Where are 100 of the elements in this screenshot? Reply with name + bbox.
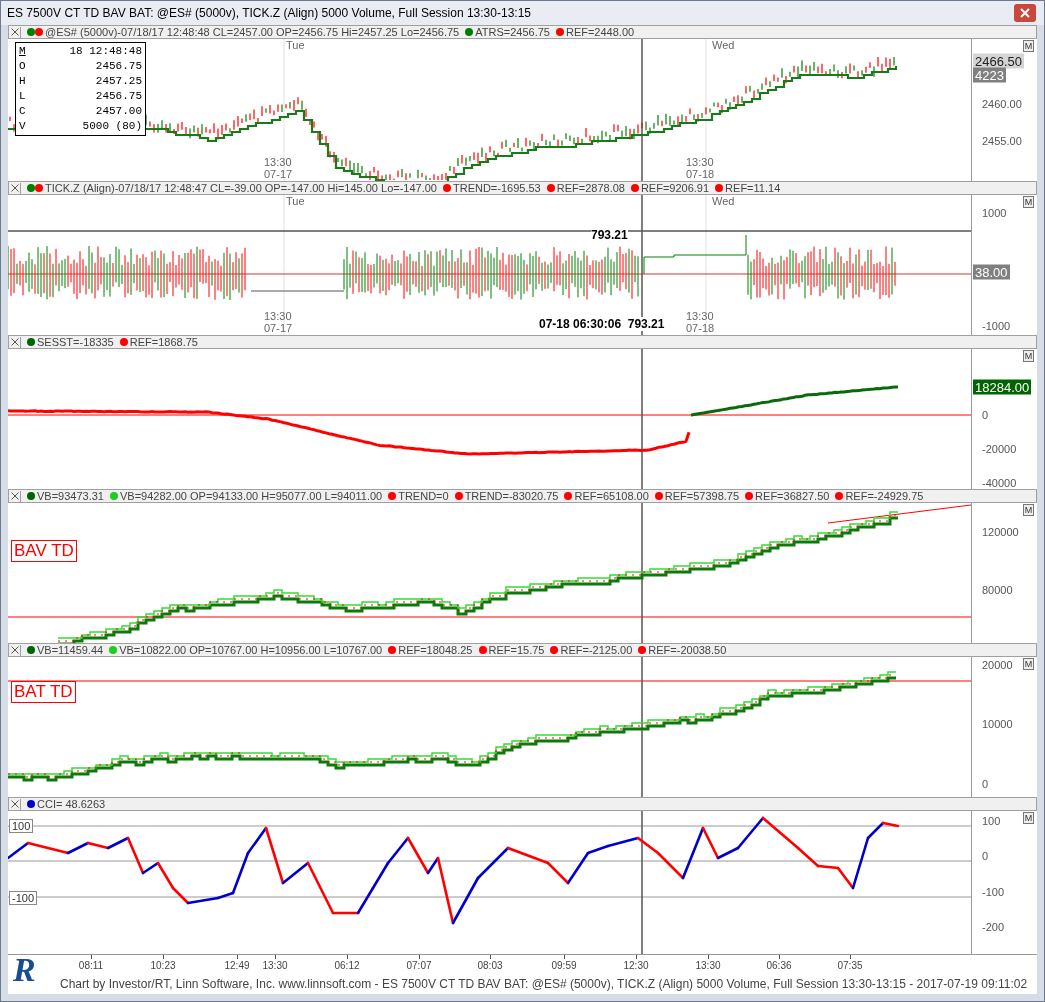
axis-label: 0 xyxy=(982,850,989,862)
axis-label: -40000 xyxy=(982,477,1017,489)
price-badge: 4223 xyxy=(973,67,1006,83)
legend-text: VB=10822.00 OP=10767.00 H=10956.00 L=10767.00 xyxy=(119,644,383,656)
close-icon xyxy=(11,492,19,500)
time-label: 06:36 xyxy=(766,960,792,971)
session-date: 07-17 xyxy=(264,168,293,180)
data-label: O xyxy=(19,59,26,74)
legend-text: TREND=0 xyxy=(398,490,449,502)
axis-label: 0 xyxy=(982,409,989,421)
close-icon xyxy=(11,800,19,808)
legend-text: VB=94282.00 OP=94133.00 H=95077.00 L=94011.00 xyxy=(120,490,383,502)
session-time: 13:30 xyxy=(686,156,715,168)
legend-text: CCI= 48.6263 xyxy=(37,798,106,810)
level-label: -100 xyxy=(9,891,38,905)
logo: R xyxy=(13,952,36,988)
legend-text: REF=9206.91 xyxy=(640,182,710,194)
panel-close-button[interactable] xyxy=(10,644,21,656)
legend-text: VB=11459.44 xyxy=(37,644,104,656)
menu-button[interactable]: M xyxy=(1023,504,1034,516)
data-value: 2457.00 xyxy=(95,104,142,119)
time-label: 13:30 xyxy=(262,960,288,971)
close-icon xyxy=(1020,8,1030,18)
window-title: ES 7500V CT TD BAV BAT: @ES# (5000v), TICK.Z (Align) 5000 Volume, Full Session 13:30-13:15 xyxy=(7,5,531,22)
time-label: 12:30 xyxy=(623,960,649,971)
data-value: 18 12:48:48 xyxy=(69,44,142,59)
close-icon xyxy=(11,184,19,192)
time-label: 06:12 xyxy=(334,960,360,971)
time-label: 08:03 xyxy=(477,960,503,971)
axis-label: -100 xyxy=(982,886,1005,898)
close-icon xyxy=(11,28,19,36)
session-time: 13:30 xyxy=(686,310,715,322)
data-label: H xyxy=(19,74,26,89)
menu-button[interactable]: M xyxy=(1023,658,1034,670)
panel-close-button[interactable] xyxy=(10,182,21,194)
axis-label: 2460.00 xyxy=(982,98,1022,110)
study-label: BAV TD xyxy=(11,540,77,562)
axis-label: -1000 xyxy=(982,320,1011,332)
day-label: Tue xyxy=(286,39,305,51)
time-label: 08:11 xyxy=(78,960,104,971)
menu-button[interactable]: M xyxy=(1023,812,1034,824)
session-date: 07-18 xyxy=(686,168,715,180)
panel-close-button[interactable] xyxy=(10,336,21,348)
panel-close-button[interactable] xyxy=(10,798,21,810)
price-badge: 2466.50 xyxy=(973,53,1024,69)
legend-text: REF=-20038.50 xyxy=(648,644,727,656)
legend-text: REF=2878.08 xyxy=(556,182,625,194)
level-label: 100 xyxy=(9,819,34,833)
close-button[interactable] xyxy=(1014,4,1036,22)
axis-label: 120000 xyxy=(982,526,1019,538)
study-label: BAT TD xyxy=(11,681,76,703)
price-badge: 18284.00 xyxy=(973,379,1032,395)
footer-text: Chart by Investor/RT, Linn Software, Inc. www.linnsoft.com - ES 7500V CT TD BAV BAT: @ES# (5000v), TICK.Z (Align) 5000 Volume, Full Session 13:30-13:15 - 2017-07-19 09:11:02 xyxy=(60,976,1028,993)
menu-button[interactable]: M xyxy=(1023,196,1034,208)
legend-text: REF=36827.50 xyxy=(755,490,830,502)
time-label: 09:59 xyxy=(551,960,577,971)
axis-label: 1000 xyxy=(982,207,1007,219)
legend-text: ATRS=2456.75 xyxy=(475,26,550,38)
session-time: 13:30 xyxy=(264,156,293,168)
day-label: Wed xyxy=(712,39,735,51)
data-value: 2456.75 xyxy=(95,89,142,104)
legend-text: REF=11.14 xyxy=(725,182,781,194)
panel-close-button[interactable] xyxy=(10,490,21,502)
legend-text: VB=93473.31 xyxy=(37,490,104,502)
time-label: 10:23 xyxy=(150,960,176,971)
legend-text: @ES# (5000v)-07/18/17 12:48:48 CL=2457.00 OP=2456.75 Hi=2457.25 Lo=2456.75 xyxy=(45,26,460,38)
legend-text: REF=-24929.75 xyxy=(845,490,924,502)
close-icon xyxy=(11,338,19,346)
data-label: V xyxy=(19,119,26,134)
axis-label: -200 xyxy=(982,921,1005,933)
data-value: 2457.25 xyxy=(95,74,142,89)
axis-label: 2455.00 xyxy=(982,135,1022,147)
legend-text: REF=2448.00 xyxy=(565,26,635,38)
legend-text: REF=1868.75 xyxy=(129,336,198,348)
legend-text: REF=15.75 xyxy=(488,644,545,656)
data-value: 5000 (80) xyxy=(82,119,142,134)
price-badge: 38.00 xyxy=(973,264,1010,280)
legend-text: REF=-2125.00 xyxy=(560,644,633,656)
axis-label: -20000 xyxy=(982,443,1017,455)
session-time: 13:30 xyxy=(264,310,293,322)
legend-text: TICK.Z (Align)-07/18/17 12:48:47 CL=-39.00 OP=-147.00 Hi=145.00 Lo=-147.00 xyxy=(45,182,437,194)
data-label: L xyxy=(19,89,26,104)
close-icon xyxy=(11,646,19,654)
legend-text: SESST=-18335 xyxy=(37,336,114,348)
time-label: 12:49 xyxy=(224,960,250,971)
menu-button[interactable]: M xyxy=(1023,350,1034,362)
axis-label: 20000 xyxy=(982,659,1013,671)
menu-button[interactable]: M xyxy=(1023,40,1034,52)
axis-label: 100 xyxy=(982,815,1001,827)
day-label: Tue xyxy=(286,195,305,207)
annotation-text: 793.21 xyxy=(591,228,628,242)
axis-label: 0 xyxy=(982,778,989,790)
legend-text: REF=65108.00 xyxy=(574,490,649,502)
time-label: 07:35 xyxy=(837,960,863,971)
axis-label: 80000 xyxy=(982,584,1013,596)
panel-close-button[interactable] xyxy=(10,26,21,38)
data-label: M xyxy=(19,44,26,59)
legend-text: TREND=-83020.75 xyxy=(464,490,559,502)
time-label: 13:30 xyxy=(695,960,721,971)
legend-text: REF=57398.75 xyxy=(664,490,740,502)
